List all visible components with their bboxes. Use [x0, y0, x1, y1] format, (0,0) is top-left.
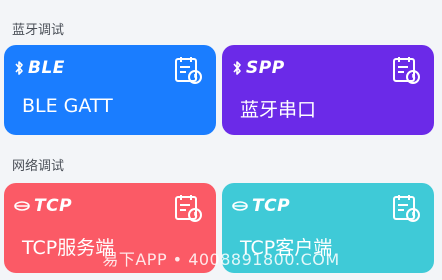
card-ble-gatt[interactable]: BLE BLE GATT	[4, 45, 216, 135]
calendar-clock-icon	[391, 55, 421, 89]
bluetooth-icon	[14, 60, 24, 76]
watermark: 易下APP • 4008891800.COM	[102, 250, 340, 269]
card-badge: BLE	[28, 58, 65, 78]
card-serial-port[interactable]: SPP 蓝牙串口	[222, 45, 434, 135]
card-label: BLE GATT	[22, 95, 113, 117]
section-title-network: 网络调试	[12, 159, 65, 174]
card-badge: SPP	[246, 58, 285, 78]
network-icon	[232, 199, 248, 213]
card-label: 蓝牙串口	[240, 99, 317, 121]
calendar-clock-icon	[391, 193, 421, 227]
bluetooth-icon	[232, 60, 242, 76]
calendar-clock-icon	[173, 193, 203, 227]
calendar-clock-icon	[173, 55, 203, 89]
section-title-bluetooth: 蓝牙调试	[12, 23, 65, 38]
card-badge: TCP	[252, 196, 291, 216]
card-badge: TCP	[34, 196, 73, 216]
network-icon	[14, 199, 30, 213]
